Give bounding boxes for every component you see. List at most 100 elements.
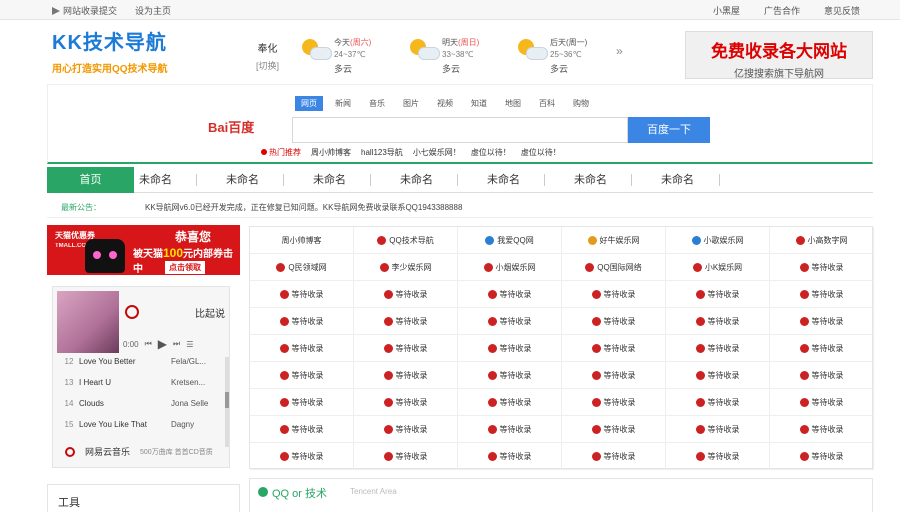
site-link[interactable]: 等待收录 [458,389,562,416]
playlist-icon[interactable]: ☰ [186,340,193,349]
playlist-item[interactable]: 14 Clouds Jona Selle [59,393,219,414]
ad-cooperation-link[interactable]: 广告合作 [764,4,800,17]
site-link[interactable]: 等待收录 [458,416,562,443]
tmall-coupon-banner[interactable]: 天猫优惠券 TMALL.COM 恭喜您 被天猫100元内部券击中 点击领取 [47,225,240,275]
hot-link[interactable]: 小七娱乐网！ [413,147,461,158]
site-link[interactable]: 李少娱乐网 [354,254,458,281]
site-link[interactable]: 等待收录 [250,389,354,416]
site-link[interactable]: 小歌娱乐网 [666,227,770,254]
site-link[interactable]: 等待收录 [666,308,770,335]
blacklist-link[interactable]: 小黑屋 [713,4,740,17]
banner-ad[interactable]: 免费收录各大网站 亿搜搜索旗下导航网 [685,31,873,80]
site-link[interactable]: 等待收录 [562,362,666,389]
site-link[interactable]: 等待收录 [770,389,874,416]
site-link[interactable]: 等待收录 [562,281,666,308]
site-link[interactable]: 等待收录 [250,416,354,443]
site-link[interactable]: 等待收录 [666,362,770,389]
site-link[interactable]: 等待收录 [354,389,458,416]
chevron-right-icon[interactable]: » [616,44,623,58]
nav-item[interactable]: 未命名 [199,167,286,193]
prev-icon[interactable]: ⏮ [145,339,152,349]
claim-button[interactable]: 点击领取 [165,261,205,274]
player-footer[interactable]: 网易云音乐 500万曲库 首首CD音质 [65,445,213,458]
site-link[interactable]: 等待收录 [666,335,770,362]
site-link[interactable]: 等待收录 [770,416,874,443]
site-link[interactable]: 等待收录 [770,308,874,335]
site-link[interactable]: 等待收录 [354,443,458,470]
site-link[interactable]: 等待收录 [666,443,770,470]
tab-map[interactable]: 地图 [499,96,527,111]
site-link[interactable]: 等待收录 [562,389,666,416]
hot-link[interactable]: hall123导航 [361,147,403,158]
site-link[interactable]: 等待收录 [458,335,562,362]
site-link[interactable]: 等待收录 [562,335,666,362]
site-link[interactable]: 等待收录 [354,362,458,389]
notice-text[interactable]: KK导航网v6.0已经开发完成，正在修复已知问题。KK导航网免费收录联系QQ19… [145,202,462,213]
nav-item[interactable]: 未命名 [460,167,547,193]
site-link[interactable]: QQ国际网络 [562,254,666,281]
play-icon[interactable]: ▶ [158,337,167,351]
tab-zhidao[interactable]: 知道 [465,96,493,111]
nav-item[interactable]: 未命名 [634,167,721,193]
weather-tomorrow[interactable]: 明天(周日) 33~38℃ 多云 [408,37,479,75]
playlist-item[interactable]: 15 Love You Like That Dagny [59,414,219,435]
site-link[interactable]: 等待收录 [562,308,666,335]
nav-item[interactable]: 未命名 [373,167,460,193]
nav-item[interactable]: 未命名 [547,167,634,193]
site-link[interactable]: 等待收录 [250,443,354,470]
nav-item[interactable]: 未命名 [112,167,199,193]
tab-video[interactable]: 视频 [431,96,459,111]
search-button[interactable]: 百度一下 [628,117,710,143]
site-link[interactable]: 我爱QQ网 [458,227,562,254]
site-link[interactable]: 等待收录 [354,335,458,362]
feedback-link[interactable]: 意见反馈 [824,4,860,17]
site-link[interactable]: 等待收录 [770,335,874,362]
site-link[interactable]: 等待收录 [666,416,770,443]
site-link[interactable]: 等待收录 [458,308,562,335]
site-link[interactable]: 等待收录 [666,281,770,308]
playlist-item[interactable]: 12 Love You Better Fela/GL... [59,351,219,372]
site-link[interactable]: 等待收录 [666,389,770,416]
site-link[interactable]: 等待收录 [458,443,562,470]
tab-images[interactable]: 图片 [397,96,425,111]
site-link[interactable]: 等待收录 [562,416,666,443]
site-link[interactable]: 等待收录 [770,362,874,389]
site-link[interactable]: 等待收录 [770,254,874,281]
site-link[interactable]: 等待收录 [458,281,562,308]
site-link[interactable]: 等待收录 [770,443,874,470]
site-link[interactable]: 等待收录 [250,362,354,389]
tab-baike[interactable]: 百科 [533,96,561,111]
site-link[interactable]: 小K娱乐网 [666,254,770,281]
playlist-scrollbar[interactable] [225,357,229,447]
site-logo[interactable]: KK技术导航 用心打造实用QQ技术导航 [52,32,202,82]
site-link[interactable]: 等待收录 [250,281,354,308]
weather-day-after[interactable]: 后天(周一) 25~36℃ 多云 [516,37,587,75]
site-link[interactable]: 等待收录 [770,281,874,308]
site-link[interactable]: 等待收录 [562,443,666,470]
hot-link[interactable]: 虚位以待！ [471,147,511,158]
site-link[interactable]: QQ技术导航 [354,227,458,254]
tab-news[interactable]: 新闻 [329,96,357,111]
site-link[interactable]: 等待收录 [250,335,354,362]
site-link[interactable]: 等待收录 [354,308,458,335]
next-icon[interactable]: ⏭ [173,339,180,349]
tab-shopping[interactable]: 购物 [567,96,595,111]
hot-link[interactable]: 虚位以待！ [521,147,561,158]
site-link[interactable]: 等待收录 [354,281,458,308]
site-link[interactable]: 等待收录 [458,362,562,389]
city-switch[interactable]: [切换] [256,59,279,72]
search-input[interactable] [292,117,628,143]
site-link[interactable]: Q民领域网 [250,254,354,281]
site-link[interactable]: 小烟娱乐网 [458,254,562,281]
playlist-item[interactable]: 13 I Heart U Kretsen... [59,372,219,393]
site-link[interactable]: 小高数字网 [770,227,874,254]
nav-item[interactable]: 未命名 [286,167,373,193]
site-link[interactable]: 等待收录 [354,416,458,443]
hot-link[interactable]: 周小帅博客 [311,147,351,158]
site-link[interactable]: 好牛娱乐网 [562,227,666,254]
weather-today[interactable]: 今天(周六) 24~37℃ 多云 [300,37,371,75]
tab-music[interactable]: 音乐 [363,96,391,111]
submit-site-link[interactable]: 网站收录提交 [52,4,117,17]
set-homepage-link[interactable]: 设为主页 [135,4,171,17]
site-link[interactable]: 等待收录 [250,308,354,335]
